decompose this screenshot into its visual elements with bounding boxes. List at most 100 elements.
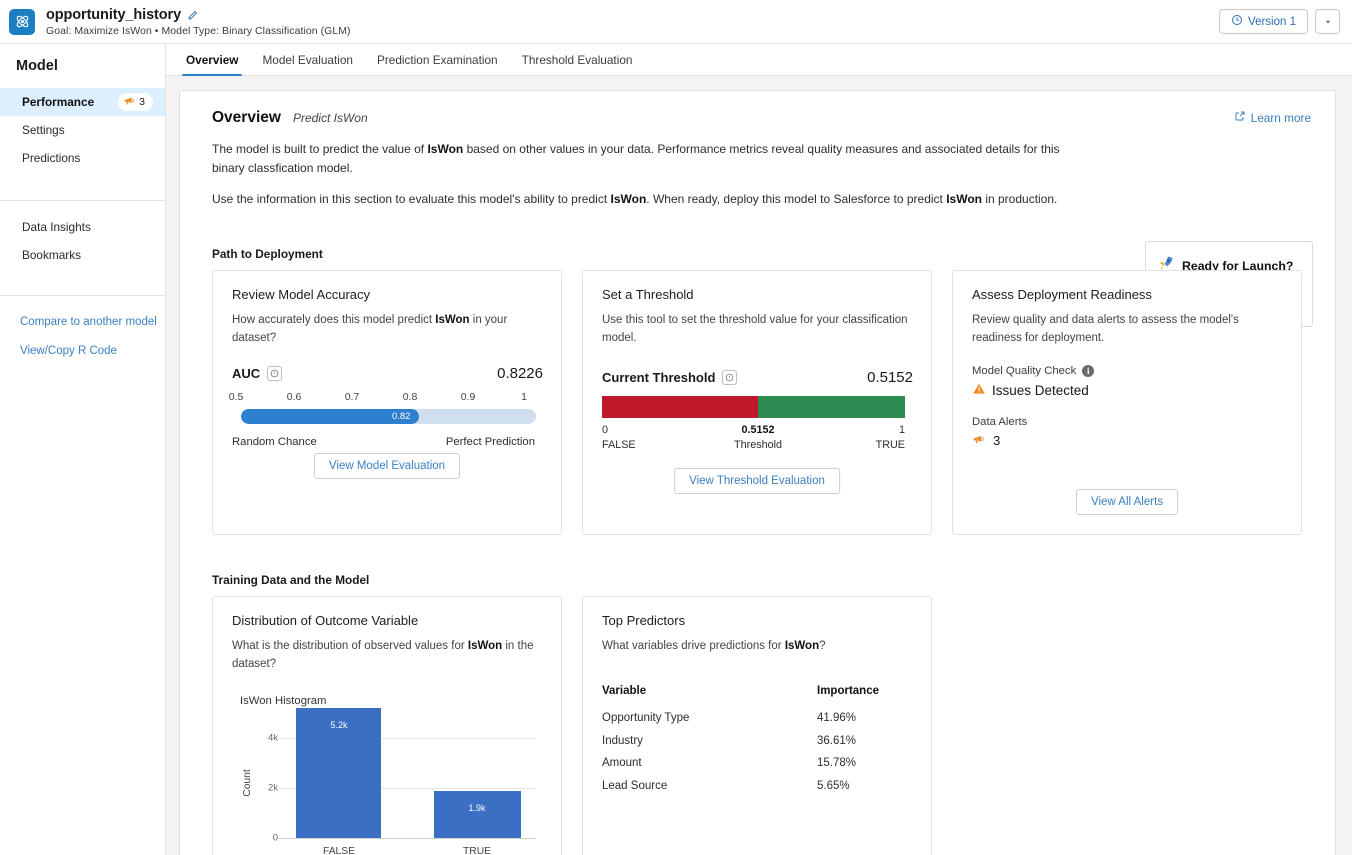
auc-tick-4: 0.9 <box>460 391 476 404</box>
tab-model-evaluation[interactable]: Model Evaluation <box>250 54 365 75</box>
card-description: Review quality and data alerts to assess… <box>972 313 1239 344</box>
training-data-cards: Distribution of Outcome Variable What is… <box>212 595 1313 855</box>
threshold-right-labels: 1 TRUE <box>876 423 905 452</box>
version-dropdown-button[interactable] <box>1315 9 1340 34</box>
info-icon[interactable] <box>722 370 738 386</box>
auc-legend-right: Perfect Prediction <box>445 436 535 449</box>
cell-variable: Amount <box>602 757 642 770</box>
threshold-center-labels: 0.5152 Threshold <box>734 423 782 452</box>
auc-value: 0.8226 <box>497 365 543 383</box>
threshold-right-tick: 1 <box>898 424 905 437</box>
overview-subtitle: Predict IsWon <box>292 111 368 125</box>
view-all-alerts-button[interactable]: View All Alerts <box>1075 488 1179 515</box>
desc-part-c: ? <box>819 639 826 652</box>
auc-tick-0: 0.5 <box>228 391 244 404</box>
threshold-left-labels: 0 FALSE <box>602 423 636 452</box>
sidebar-item-settings[interactable]: Settings <box>0 116 165 144</box>
desc-target-var: IsWon <box>435 313 470 326</box>
desc-target-var: IsWon <box>784 639 820 652</box>
table-header-row: Variable Importance <box>602 680 892 703</box>
megaphone-icon <box>123 94 136 110</box>
p2-part-c: . When ready, deploy this model to Sales… <box>646 191 947 206</box>
column-header-importance: Importance <box>817 684 879 697</box>
threshold-axis-labels: 0 FALSE 0.5152 Threshold 1 TRUE <box>602 423 905 453</box>
iswon-histogram: Count 4k 2k 0 5.2k 1.9k FALSE TRUE <box>236 708 536 855</box>
sidebar-item-label: Data Insights <box>22 220 91 234</box>
main-column: Overview Model Evaluation Prediction Exa… <box>166 44 1352 855</box>
sidebar-item-predictions[interactable]: Predictions <box>0 144 165 172</box>
tab-overview[interactable]: Overview <box>174 54 250 76</box>
bar-true <box>434 791 521 839</box>
auc-metric-row: AUC 0.8226 <box>232 365 543 382</box>
threshold-metric-row: Current Threshold 0.5152 <box>602 369 913 386</box>
auc-tick-1: 0.6 <box>286 391 302 404</box>
ytick-4k: 4k <box>267 732 278 744</box>
card-title: Set a Threshold <box>602 286 694 302</box>
sidebar-item-label: Predictions <box>22 151 81 165</box>
card-title: Top Predictors <box>602 612 686 628</box>
auc-label: AUC <box>232 366 261 382</box>
model-quality-status-text: Issues Detected <box>992 383 1089 399</box>
tab-threshold-evaluation[interactable]: Threshold Evaluation <box>510 54 645 75</box>
table-row: Opportunity Type 41.96% <box>602 707 892 730</box>
pencil-icon[interactable] <box>187 9 199 21</box>
card-description: Use this tool to set the threshold value… <box>602 313 908 344</box>
performance-alert-badge: 3 <box>118 93 153 111</box>
desc-part-a: How accurately does this model predict <box>232 313 436 326</box>
bar-false-label: 5.2k <box>330 720 348 731</box>
sidebar-item-label: Bookmarks <box>22 248 82 262</box>
card-description: How accurately does this model predict I… <box>232 312 543 348</box>
xtick-true: TRUE <box>462 846 492 855</box>
bar-true-label: 1.9k <box>468 803 486 814</box>
auc-legend-left: Random Chance <box>232 436 317 449</box>
view-model-evaluation-button[interactable]: View Model Evaluation <box>313 452 461 479</box>
overview-title: Overview <box>212 109 281 126</box>
topbar-actions: Version 1 <box>1219 9 1340 34</box>
card-title: Distribution of Outcome Variable <box>232 612 419 628</box>
current-threshold-label: Current Threshold <box>602 370 716 386</box>
learn-more-label: Learn more <box>1250 110 1311 125</box>
p1-target-var: IsWon <box>427 142 464 156</box>
info-icon[interactable] <box>267 366 283 382</box>
auc-legend: Random Chance Perfect Prediction <box>232 436 535 448</box>
tab-prediction-examination[interactable]: Prediction Examination <box>365 54 510 75</box>
card-title: Review Model Accuracy <box>232 286 370 302</box>
top-predictors-table: Variable Importance Opportunity Type 41.… <box>602 680 892 798</box>
ytick-0: 0 <box>272 832 278 844</box>
compare-model-link[interactable]: Compare to another model <box>0 307 165 336</box>
threshold-left-class: FALSE <box>602 439 636 452</box>
data-alerts-label: Data Alerts <box>972 416 1028 429</box>
distribution-of-outcome-variable-card: Distribution of Outcome Variable What is… <box>212 595 562 855</box>
p2-part-a: Use the information in this section to e… <box>212 191 611 206</box>
view-copy-r-code-link[interactable]: View/Copy R Code <box>0 336 165 365</box>
learn-more-link[interactable]: Learn more <box>1234 110 1311 125</box>
set-a-threshold-card: Set a Threshold Use this tool to set the… <box>582 269 932 535</box>
version-label: Version 1 <box>1248 15 1296 28</box>
p2-part-e: in production. <box>982 191 1058 206</box>
threshold-bar[interactable] <box>602 396 905 419</box>
ytick-2k: 2k <box>267 782 278 794</box>
cell-importance: 41.96% <box>817 712 857 725</box>
p2-target-var-1: IsWon <box>610 191 647 206</box>
sidebar-item-performance[interactable]: Performance 3 <box>0 88 165 116</box>
content-scroll-area[interactable]: Overview Predict IsWon Learn more The mo… <box>166 76 1352 855</box>
table-row: Lead Source 5.65% <box>602 775 892 798</box>
external-link-icon <box>1234 110 1246 125</box>
table-row: Industry 36.61% <box>602 730 892 753</box>
cell-importance: 36.61% <box>817 734 857 747</box>
top-predictors-card: Top Predictors What variables drive pred… <box>582 595 932 855</box>
cell-variable: Industry <box>602 734 643 747</box>
cell-importance: 15.78% <box>817 757 857 770</box>
sidebar-item-bookmarks[interactable]: Bookmarks <box>0 241 165 269</box>
view-threshold-evaluation-button[interactable]: View Threshold Evaluation <box>674 467 840 494</box>
top-bar: opportunity_history Goal: Maximize IsWon… <box>0 0 1352 44</box>
overview-paragraph-1: The model is built to predict the value … <box>212 140 1074 178</box>
info-circle-icon[interactable]: i <box>1082 365 1095 378</box>
overview-panel: Overview Predict IsWon Learn more The mo… <box>179 90 1336 855</box>
auc-tick-2: 0.7 <box>344 391 360 404</box>
sidebar-item-data-insights[interactable]: Data Insights <box>0 213 165 241</box>
section-training-data: Training Data and the Model <box>212 572 370 587</box>
xtick-false: FALSE <box>322 846 356 855</box>
version-button[interactable]: Version 1 <box>1219 9 1308 34</box>
